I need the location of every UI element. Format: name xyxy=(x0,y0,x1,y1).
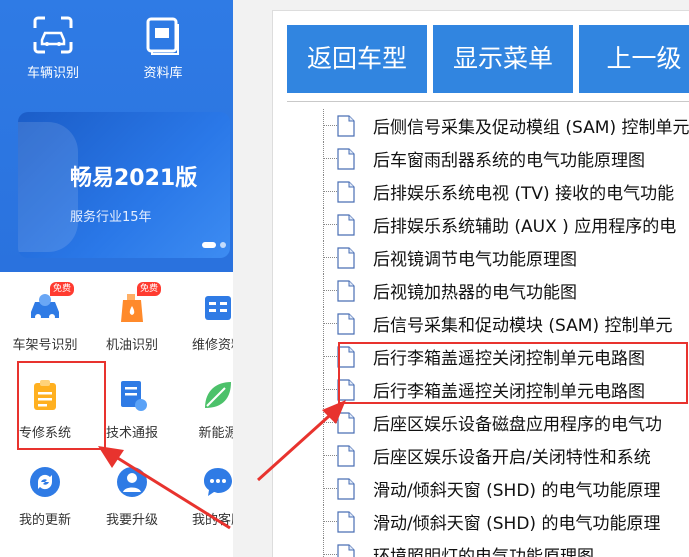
free-badge: 免费 xyxy=(50,282,75,296)
grid-item-label: 车架号识别 xyxy=(12,338,78,353)
tree-row[interactable]: 后视镜调节电气功能原理图 xyxy=(273,241,689,274)
tree-row[interactable]: 滑动/倾斜天窗 (SHD) 的电气功能原理 xyxy=(273,505,689,538)
document-icon xyxy=(337,148,355,170)
grid-item-label: 我的更新 xyxy=(18,513,71,528)
tree-item-label: 后侧信号采集及促动模组 (SAM) 控制单元 xyxy=(373,118,689,138)
app-header: 车辆识别 资料库 畅易2021版 服务行业15年 xyxy=(0,0,233,272)
tree-row[interactable]: 环境照明灯的电气功能原理图 xyxy=(273,538,689,557)
customer-service-button[interactable]: 我的客服 xyxy=(178,465,233,528)
tree-row[interactable]: 后排娱乐系统电视 (TV) 接收的电气功能 xyxy=(273,175,689,208)
car-scan-icon xyxy=(33,16,73,54)
grid-item-label: 机油识别 xyxy=(105,338,158,353)
tree-connector xyxy=(323,389,337,390)
tree-item-label: 后视镜调节电气功能原理图 xyxy=(373,250,577,270)
banner-subtitle: 服务行业15年 xyxy=(70,210,152,225)
highlight-trunk-lid-docs xyxy=(338,342,688,404)
tree-row[interactable]: 后侧信号采集及促动模组 (SAM) 控制单元 xyxy=(273,109,689,142)
tree-connector xyxy=(323,455,337,456)
tree-row[interactable]: 后车窗雨刮器系统的电气功能原理图 xyxy=(273,142,689,175)
document-browser-panel: 返回车型 显示菜单 上一级 后侧信号采集及促动模组 (SAM) 控制单元 后车窗雨… xyxy=(272,10,689,557)
library-icon xyxy=(146,17,179,55)
banner-dot xyxy=(220,242,226,248)
user-upgrade-icon xyxy=(117,467,147,497)
document-icon xyxy=(337,544,355,557)
tree-connector xyxy=(323,257,337,258)
tree-item-label: 后视镜加热器的电气功能图 xyxy=(373,283,577,303)
library-button[interactable]: 资料库 xyxy=(128,16,198,81)
tree-item-label: 后排娱乐系统电视 (TV) 接收的电气功能 xyxy=(373,184,675,204)
tree-connector xyxy=(323,323,337,324)
tree-item-label: 后座区娱乐设备磁盘应用程序的电气功 xyxy=(373,415,662,435)
show-menu-button[interactable]: 显示菜单 xyxy=(433,25,573,93)
tree-row[interactable]: 后座区娱乐设备磁盘应用程序的电气功 xyxy=(273,406,689,439)
top-item-label: 车辆识别 xyxy=(26,66,79,81)
document-icon xyxy=(337,412,355,434)
tree-connector xyxy=(323,356,337,357)
document-icon xyxy=(337,214,355,236)
document-icon xyxy=(337,511,355,533)
document-icon xyxy=(337,247,355,269)
grid-item-label: 技术通报 xyxy=(105,426,158,441)
repair-docs-icon xyxy=(205,296,231,320)
tree-row[interactable]: 后信号采集和促动模块 (SAM) 控制单元 xyxy=(273,307,689,340)
promo-banner[interactable]: 畅易2021版 服务行业15年 xyxy=(18,112,230,258)
refresh-icon xyxy=(30,467,60,497)
tree-connector xyxy=(323,422,337,423)
tree-connector xyxy=(323,224,337,225)
banner-dot-active xyxy=(202,242,216,248)
tree-connector xyxy=(323,125,337,126)
highlight-specialty-system xyxy=(17,361,106,450)
document-icon xyxy=(337,478,355,500)
bulletin-icon xyxy=(121,381,147,411)
up-level-button[interactable]: 上一级 xyxy=(579,25,689,93)
grid-item-label: 我要升级 xyxy=(105,513,158,528)
grid-item-label: 新能源 xyxy=(198,426,233,441)
new-energy-button[interactable]: 新能源 xyxy=(178,378,233,441)
upgrade-button[interactable]: 我要升级 xyxy=(92,465,172,528)
tree-item-label: 环境照明灯的电气功能原理图 xyxy=(373,547,594,557)
tree-connector xyxy=(323,290,337,291)
grid-item-label: 维修资料 xyxy=(191,338,233,353)
tree-row[interactable]: 后座区娱乐设备开启/关闭特性和系统 xyxy=(273,439,689,472)
tree-connector xyxy=(323,554,337,555)
tree-item-label: 后排娱乐系统辅助 (AUX ) 应用程序的电 xyxy=(373,217,677,237)
tree-connector xyxy=(323,488,337,489)
tree-item-label: 后车窗雨刮器系统的电气功能原理图 xyxy=(373,151,645,171)
chat-icon xyxy=(204,468,232,496)
document-icon xyxy=(337,445,355,467)
tree-item-label: 滑动/倾斜天窗 (SHD) 的电气功能原理 xyxy=(373,514,661,534)
tree-connector xyxy=(323,158,337,159)
tree-item-label: 后座区娱乐设备开启/关闭特性和系统 xyxy=(373,448,651,468)
tree-divider xyxy=(287,101,689,102)
tree-item-label: 滑动/倾斜天窗 (SHD) 的电气功能原理 xyxy=(373,481,661,501)
leaf-icon xyxy=(205,382,231,408)
mobile-app-panel: 车辆识别 资料库 畅易2021版 服务行业15年 免费 车架号识别 免费 机油识… xyxy=(0,0,233,557)
grid-item-label: 我的客服 xyxy=(191,513,233,528)
my-updates-button[interactable]: 我的更新 xyxy=(5,465,85,528)
vehicle-recognition-button[interactable]: 车辆识别 xyxy=(18,16,88,81)
document-icon xyxy=(337,181,355,203)
oil-recognition-button[interactable]: 免费 机油识别 xyxy=(92,282,172,353)
document-icon xyxy=(337,115,355,137)
document-icon xyxy=(337,313,355,335)
tree-row[interactable]: 滑动/倾斜天窗 (SHD) 的电气功能原理 xyxy=(273,472,689,505)
banner-car-graphic xyxy=(18,122,78,252)
tree-item-label: 后信号采集和促动模块 (SAM) 控制单元 xyxy=(373,316,673,336)
document-icon xyxy=(337,280,355,302)
top-item-label: 资料库 xyxy=(143,66,183,81)
banner-title: 畅易2021版 xyxy=(70,166,198,191)
tree-connector xyxy=(323,191,337,192)
vin-recognition-button[interactable]: 免费 车架号识别 xyxy=(5,282,85,353)
repair-docs-button[interactable]: 维修资料 xyxy=(178,290,233,353)
back-to-model-button[interactable]: 返回车型 xyxy=(287,25,427,93)
tree-row[interactable]: 后排娱乐系统辅助 (AUX ) 应用程序的电 xyxy=(273,208,689,241)
tree-row[interactable]: 后视镜加热器的电气功能图 xyxy=(273,274,689,307)
tree-connector xyxy=(323,521,337,522)
free-badge: 免费 xyxy=(137,282,162,296)
